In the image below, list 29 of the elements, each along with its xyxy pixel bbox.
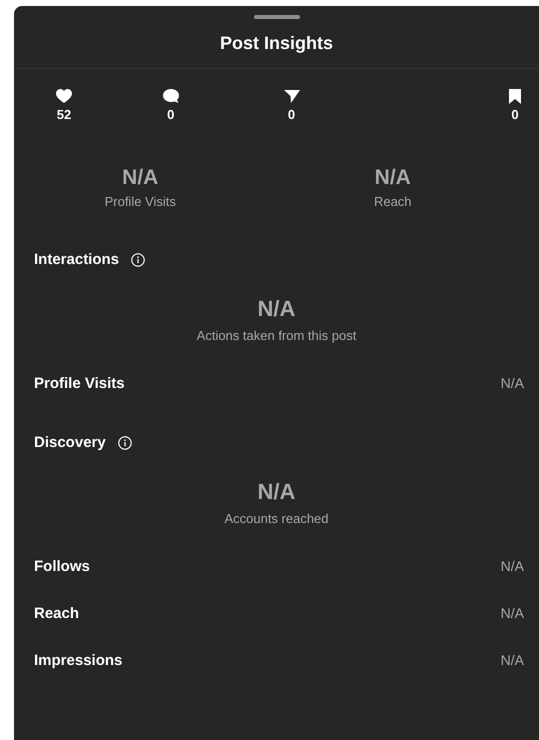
total-value: N/A	[258, 479, 296, 505]
sheet-title: Post Insights	[218, 32, 334, 55]
stat-count: 0	[167, 107, 174, 122]
metric-value: N/A	[500, 375, 524, 392]
drag-handle[interactable]	[254, 15, 300, 19]
info-icon[interactable]	[118, 436, 132, 450]
comment-icon	[162, 89, 179, 104]
section-title: Discovery	[34, 434, 106, 451]
metric-value: N/A	[500, 652, 524, 669]
section-title: Interactions	[34, 251, 120, 268]
stat-count: 0	[288, 107, 296, 122]
metric-label: Profile Visits	[104, 194, 176, 209]
stat-count: 0	[511, 107, 519, 122]
total-label: Actions taken from this post	[196, 328, 356, 343]
metric-label: Reach	[374, 194, 412, 209]
save-icon	[507, 89, 523, 104]
metric-value: N/A	[500, 558, 524, 575]
metric-label: Reach	[34, 605, 80, 622]
metric-label: Follows	[34, 558, 90, 575]
metric-label: Impressions	[34, 652, 122, 669]
metric-value: N/A	[374, 166, 411, 190]
heart-icon	[56, 89, 72, 104]
metric-value: N/A	[500, 605, 524, 622]
total-label: Accounts reached	[224, 511, 329, 526]
total-value: N/A	[258, 296, 296, 322]
stat-count: 52	[56, 107, 72, 122]
metric-value: N/A	[122, 166, 158, 190]
info-icon[interactable]	[131, 252, 146, 266]
metric-label: Profile Visits	[34, 375, 125, 392]
